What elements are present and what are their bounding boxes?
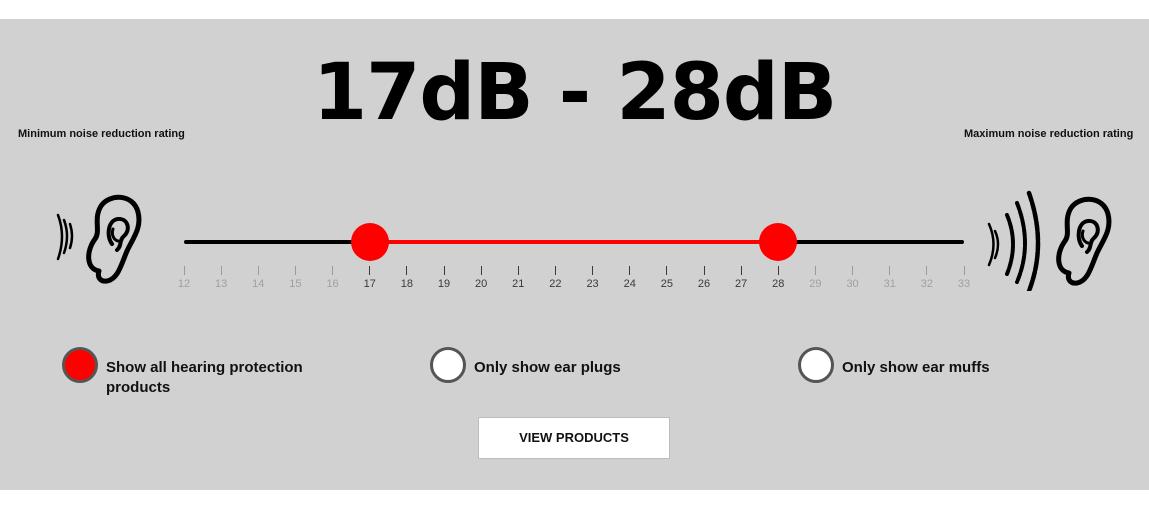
radio-button[interactable] xyxy=(798,347,834,383)
slider-tick: 25 xyxy=(652,266,682,290)
radio-button[interactable] xyxy=(430,347,466,383)
tick-mark xyxy=(517,266,519,275)
tick-label: 18 xyxy=(400,278,413,290)
tick-label: 31 xyxy=(883,278,896,290)
slider-tick: 29 xyxy=(800,266,830,290)
tick-label: 27 xyxy=(735,278,748,290)
slider-tick: 33 xyxy=(949,266,979,290)
tick-label: 13 xyxy=(215,278,228,290)
noise-rating-panel: 17dB - 28dB Minimum noise reduction rati… xyxy=(0,19,1149,490)
slider-track[interactable] xyxy=(184,240,964,244)
range-title: 17dB - 28dB xyxy=(312,48,837,138)
slider-tick: 15 xyxy=(280,266,310,290)
slider-tick: 16 xyxy=(318,266,348,290)
max-rating-label: Maximum noise reduction rating xyxy=(964,128,1134,140)
slider-tick: 13 xyxy=(206,266,236,290)
tick-mark xyxy=(926,266,928,275)
tick-mark xyxy=(183,266,185,275)
tick-label: 24 xyxy=(623,278,636,290)
tick-label: 15 xyxy=(289,278,302,290)
slider-tick: 26 xyxy=(689,266,719,290)
filter-label: Show all hearing protection products xyxy=(106,359,303,396)
tick-label: 25 xyxy=(660,278,673,290)
tick-mark xyxy=(703,266,705,275)
slider-tick: 27 xyxy=(726,266,756,290)
slider-tick: 20 xyxy=(466,266,496,290)
tick-label: 22 xyxy=(549,278,562,290)
slider-tick: 28 xyxy=(763,266,793,290)
tick-label: 29 xyxy=(809,278,822,290)
slider-tick: 21 xyxy=(503,266,533,290)
tick-mark xyxy=(740,266,742,275)
slider-tick: 17 xyxy=(355,266,385,290)
view-products-button[interactable]: VIEW PRODUCTS xyxy=(478,417,670,459)
filter-ear-plugs[interactable]: Only show ear plugs xyxy=(430,347,689,383)
slider-max-handle[interactable] xyxy=(759,223,798,261)
tick-label: 19 xyxy=(437,278,451,290)
slider-selected-range xyxy=(369,240,779,244)
tick-label: 17 xyxy=(363,278,376,290)
tick-mark xyxy=(592,266,594,275)
filter-ear-muffs[interactable]: Only show ear muffs xyxy=(798,347,1057,383)
tick-mark xyxy=(220,266,222,275)
tick-mark xyxy=(554,266,556,275)
radio-button[interactable] xyxy=(62,347,98,383)
tick-mark xyxy=(369,266,371,275)
slider-tick: 30 xyxy=(838,266,868,290)
slider-tick: 31 xyxy=(875,266,905,290)
tick-label: 12 xyxy=(177,278,191,290)
ear-loud-icon xyxy=(987,190,1112,291)
tick-mark xyxy=(777,266,779,275)
slider-tick: 24 xyxy=(615,266,645,290)
filter-label: Only show ear plugs xyxy=(474,359,621,376)
slider-min-handle[interactable] xyxy=(350,223,389,261)
tick-mark xyxy=(629,266,631,275)
tick-label: 23 xyxy=(586,278,599,290)
tick-mark xyxy=(814,266,816,275)
slider-tick: 22 xyxy=(540,266,570,290)
tick-mark xyxy=(963,266,965,275)
ear-quiet-icon xyxy=(56,194,142,284)
tick-mark xyxy=(666,266,668,275)
filter-all-products[interactable]: Show all hearing protection products xyxy=(62,347,321,398)
tick-label: 26 xyxy=(697,278,711,290)
slider-tick: 12 xyxy=(169,266,199,290)
tick-label: 16 xyxy=(326,278,339,290)
tick-label: 14 xyxy=(252,278,265,290)
tick-mark xyxy=(332,266,334,275)
slider-tick: 32 xyxy=(912,266,942,290)
tick-label: 32 xyxy=(920,278,933,290)
tick-mark xyxy=(443,266,445,275)
slider-tick: 18 xyxy=(392,266,422,290)
slider-tick: 23 xyxy=(578,266,608,290)
slider-tick: 14 xyxy=(243,266,273,290)
tick-label: 20 xyxy=(475,278,488,290)
tick-mark xyxy=(406,266,408,275)
tick-label: 33 xyxy=(957,278,971,290)
tick-mark xyxy=(889,266,891,275)
tick-mark xyxy=(257,266,259,275)
tick-label: 30 xyxy=(846,278,859,290)
slider-tick: 19 xyxy=(429,266,459,290)
tick-mark xyxy=(294,266,296,275)
tick-mark xyxy=(852,266,854,275)
filter-label: Only show ear muffs xyxy=(842,359,990,376)
tick-mark xyxy=(480,266,482,275)
min-rating-label: Minimum noise reduction rating xyxy=(18,128,185,140)
tick-label: 28 xyxy=(772,278,785,290)
tick-label: 21 xyxy=(512,278,525,290)
